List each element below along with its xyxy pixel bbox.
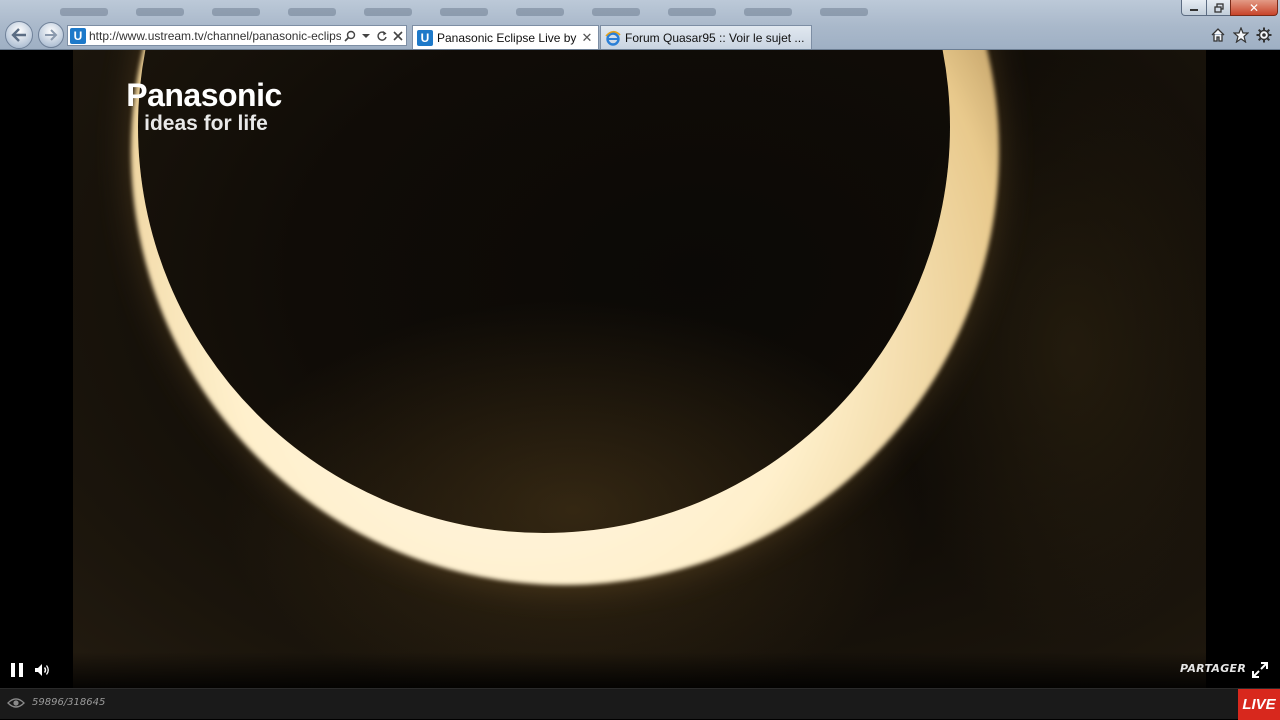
ie-icon [605,30,621,46]
video-frame[interactable]: Panasonic ideas for life [73,50,1206,688]
pause-icon [11,663,15,677]
ustream-icon: U [417,29,433,46]
dropdown-icon[interactable] [359,28,373,44]
pause-button[interactable] [9,661,25,679]
arrow-left-icon [11,28,26,42]
share-button[interactable]: PARTAGER [1180,662,1246,675]
tab-title: Forum Quasar95 :: Voir le sujet ... [625,30,805,45]
eye-icon [7,698,25,708]
close-icon: ✕ [1248,0,1260,15]
search-icon[interactable] [343,28,357,44]
ustream-icon: U [70,27,86,44]
solar-eclipse-crescent [131,50,999,585]
minimize-button[interactable] [1181,0,1207,16]
tab-panasonic-eclipse[interactable]: U Panasonic Eclipse Live by S... ✕ [412,25,599,49]
stop-icon[interactable] [391,28,405,44]
forward-button[interactable] [38,22,64,48]
live-badge: LIVE [1238,689,1280,720]
home-icon[interactable] [1209,26,1227,44]
viewer-count: 59896/318645 [32,697,106,708]
logo-tagline: ideas for life [144,112,268,135]
restore-icon [1213,2,1224,13]
tab-forum-quasar95[interactable]: Forum Quasar95 :: Voir le sujet ... [600,25,812,49]
volume-button[interactable] [33,661,51,679]
fullscreen-icon [1252,662,1268,678]
close-window-button[interactable]: ✕ [1230,0,1278,16]
refresh-icon[interactable] [375,28,389,44]
arrow-right-icon [45,29,58,41]
panasonic-logo: Panasonic ideas for life [108,77,300,135]
tab-title: Panasonic Eclipse Live by S... [437,30,580,45]
video-player[interactable]: Panasonic ideas for life PARTAGER [0,50,1280,688]
restore-button[interactable] [1206,0,1231,16]
player-controls: PARTAGER [0,652,1280,688]
status-bar: 59896/318645 LIVE [0,688,1280,720]
menu-bar [60,4,920,20]
address-bar[interactable]: U http://www.ustream.tv/channel/panasoni… [67,25,407,46]
logo-brand: Panasonic [126,77,282,113]
speaker-icon [35,664,49,676]
tab-close-icon[interactable]: ✕ [580,30,594,46]
gear-icon[interactable] [1255,26,1273,44]
favorites-star-icon[interactable] [1232,26,1250,44]
address-url[interactable]: http://www.ustream.tv/channel/panasonic-… [89,29,341,43]
fullscreen-button[interactable] [1251,661,1269,679]
minimize-icon [1190,8,1198,11]
browser-chrome: ✕ U http://www.ustream.tv/channel/panaso… [0,0,1280,50]
back-button[interactable] [5,21,33,49]
